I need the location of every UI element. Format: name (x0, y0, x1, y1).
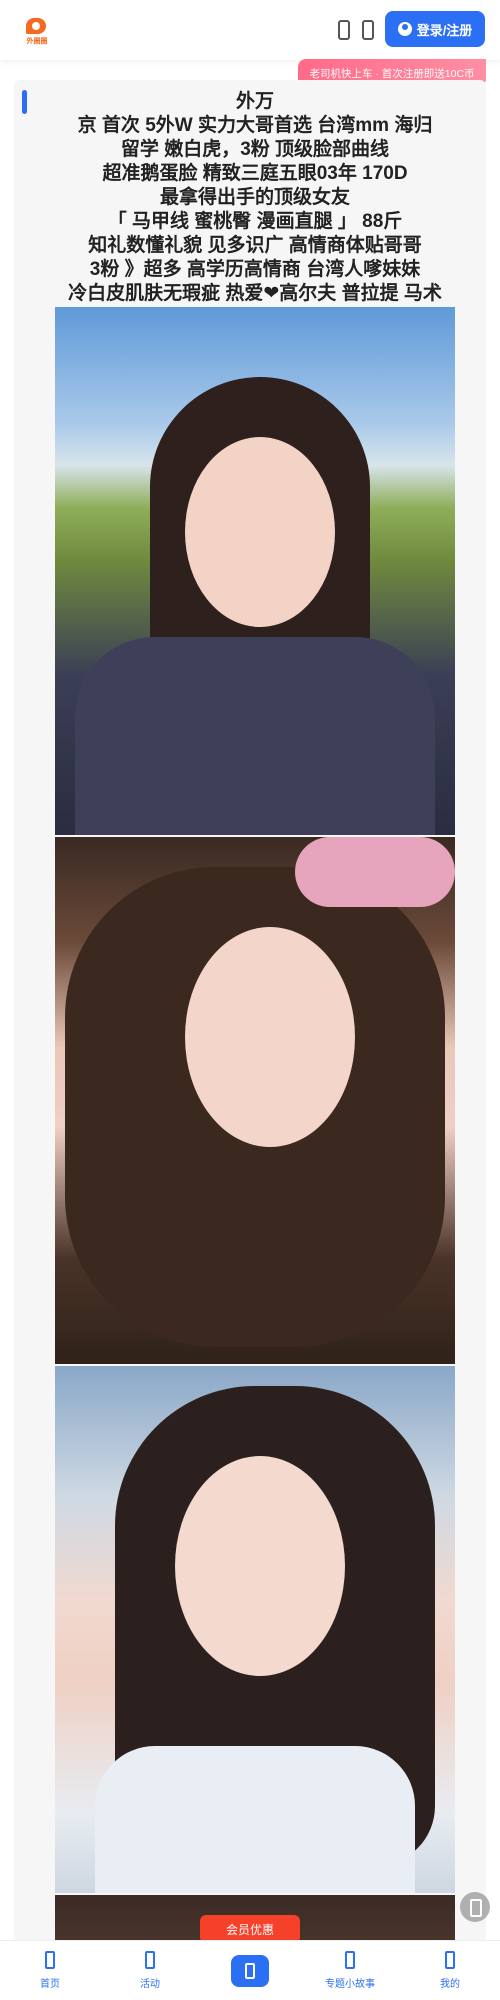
user-icon (397, 22, 412, 36)
nav-label: 活动 (140, 1979, 160, 1990)
activity-icon (145, 1951, 155, 1969)
post-photo-2[interactable] (55, 837, 455, 1364)
center-button[interactable] (231, 1954, 269, 1987)
search-icon[interactable] (362, 20, 374, 40)
nav-center[interactable] (200, 1941, 300, 2000)
nav-label: 专题小故事 (325, 1979, 375, 1990)
title-line: 3粉 》超多 高学历高情商 台湾人嗲妹妹 (89, 259, 421, 280)
member-offer-button[interactable]: 会员优惠 (200, 1915, 300, 1943)
app-icon[interactable] (338, 20, 350, 40)
title-line: 最拿得出手的顶级女友 (159, 187, 350, 208)
nav-home[interactable]: 首页 (0, 1941, 100, 2000)
post-photo-3[interactable] (55, 1366, 455, 1893)
title-line: 留学 嫩白虎，3粉 顶级脸部曲线 (120, 139, 390, 160)
top-header: 外圈圈 登录/注册 (0, 0, 500, 60)
title-line: 京 首次 5外W 实力大哥首选 台湾mm 海归 (77, 115, 433, 136)
nav-label: 我的 (440, 1979, 460, 1990)
login-label: 登录/注册 (416, 22, 473, 38)
logo-icon (26, 18, 46, 34)
nav-stories[interactable]: 专题小故事 (300, 1941, 400, 2000)
title-line: 外万 (235, 91, 274, 112)
back-to-top-button[interactable] (460, 1892, 490, 1922)
title-line: 知礼数懂礼貌 见多识广 高情商体贴哥哥 (88, 235, 422, 256)
title-line: 「 马甲线 蜜桃臀 漫画直腿 」 88斤 (107, 211, 403, 232)
post-title: 外万 京 首次 5外W 实力大哥首选 台湾mm 海归 留学 嫩白虎，3粉 顶级脸… (50, 90, 460, 306)
logo-text: 外圈圈 (26, 38, 48, 45)
post-photo-1[interactable] (55, 307, 455, 835)
login-register-button[interactable]: 登录/注册 (385, 11, 485, 47)
nav-label: 首页 (40, 1979, 60, 1990)
site-logo[interactable]: 外圈圈 (22, 16, 50, 45)
nav-activity[interactable]: 活动 (100, 1941, 200, 2000)
title-line: 冷白皮肌肤无瑕疵 热爱❤高尔夫 普拉提 马术 (68, 283, 442, 304)
bottom-nav: 首页 活动 专题小故事 我的 (0, 1940, 500, 2000)
title-line: 超准鹅蛋脸 精致三庭五眼03年 170D (102, 163, 408, 184)
profile-icon (445, 1951, 455, 1969)
center-icon (245, 1962, 255, 1979)
story-icon (345, 1951, 355, 1969)
nav-profile[interactable]: 我的 (400, 1941, 500, 2000)
title-accent-bar (22, 90, 27, 114)
home-icon (45, 1951, 55, 1969)
